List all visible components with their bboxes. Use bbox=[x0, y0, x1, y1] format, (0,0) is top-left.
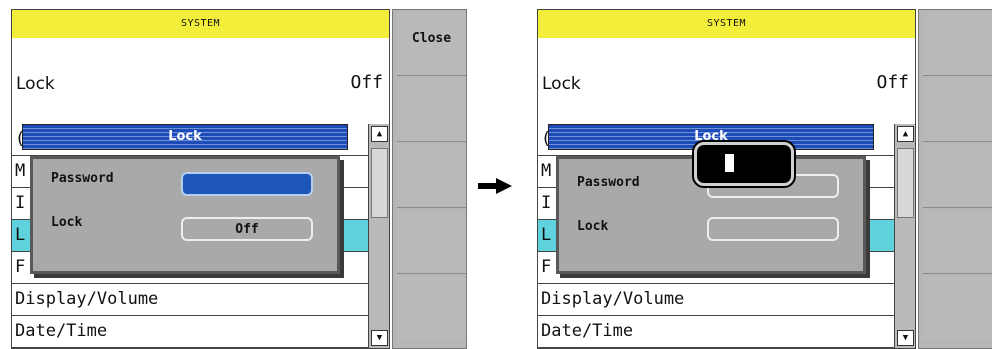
lock-status-value: Off bbox=[350, 72, 383, 93]
system-menu: SYSTEM Lock Off ( M I L F Display/Volume… bbox=[11, 9, 390, 349]
lock-status-label: Lock bbox=[542, 74, 581, 94]
system-menu: SYSTEM Lock Off ( M I L F Display/Volume… bbox=[537, 9, 916, 349]
list-item-date-time[interactable]: Date/Time bbox=[538, 316, 894, 348]
password-entry-popup[interactable] bbox=[694, 142, 794, 186]
list-scrollbar[interactable]: ▲ ▼ bbox=[368, 124, 389, 348]
scroll-up-icon[interactable]: ▲ bbox=[371, 126, 388, 142]
password-label: Password bbox=[577, 175, 640, 190]
lock-status-row[interactable]: Lock Off bbox=[538, 38, 915, 125]
softkey-1[interactable] bbox=[923, 12, 992, 76]
lock-setting-label: Lock bbox=[51, 215, 83, 230]
lock-dialog: Lock Password Lock Off bbox=[22, 124, 348, 280]
right-screen: SYSTEM Lock Off ( M I L F Display/Volume… bbox=[537, 9, 992, 349]
lock-setting-label: Lock bbox=[577, 219, 609, 234]
softkey-3[interactable] bbox=[397, 144, 466, 208]
system-header: SYSTEM bbox=[12, 10, 389, 39]
system-header: SYSTEM bbox=[538, 10, 915, 39]
scroll-down-icon[interactable]: ▼ bbox=[897, 330, 914, 346]
password-label: Password bbox=[51, 171, 114, 186]
lock-status-label: Lock bbox=[16, 74, 55, 94]
softkey-4[interactable] bbox=[397, 210, 466, 274]
softkey-4[interactable] bbox=[923, 210, 992, 274]
lock-status-value: Off bbox=[876, 72, 909, 93]
right-arrow-icon bbox=[478, 178, 512, 194]
lock-status-row[interactable]: Lock Off bbox=[12, 38, 389, 125]
scroll-up-icon[interactable]: ▲ bbox=[897, 126, 914, 142]
password-field[interactable] bbox=[181, 172, 313, 196]
softkey-panel bbox=[918, 9, 992, 349]
softkey-2[interactable] bbox=[923, 78, 992, 142]
softkey-2[interactable] bbox=[397, 78, 466, 142]
softkey-5[interactable] bbox=[397, 276, 466, 340]
close-button[interactable]: Close bbox=[397, 12, 466, 76]
list-item-display-volume[interactable]: Display/Volume bbox=[538, 284, 894, 316]
left-screen: SYSTEM Lock Off ( M I L F Display/Volume… bbox=[11, 9, 467, 349]
lock-dialog-title: Lock bbox=[168, 129, 202, 144]
scroll-thumb[interactable] bbox=[371, 148, 388, 218]
lock-dialog-body: Password Lock Off bbox=[30, 156, 340, 274]
scroll-down-icon[interactable]: ▼ bbox=[371, 330, 388, 346]
lock-setting-field[interactable] bbox=[707, 217, 839, 241]
list-scrollbar[interactable]: ▲ ▼ bbox=[894, 124, 915, 348]
scroll-thumb[interactable] bbox=[897, 148, 914, 218]
text-cursor bbox=[725, 154, 734, 172]
list-item-date-time[interactable]: Date/Time bbox=[12, 316, 368, 348]
list-item-display-volume[interactable]: Display/Volume bbox=[12, 284, 368, 316]
softkey-3[interactable] bbox=[923, 144, 992, 208]
softkey-5[interactable] bbox=[923, 276, 992, 340]
lock-setting-field[interactable]: Off bbox=[181, 217, 313, 241]
lock-dialog-title-bar: Lock bbox=[22, 124, 348, 150]
softkey-panel: Close bbox=[392, 9, 467, 349]
